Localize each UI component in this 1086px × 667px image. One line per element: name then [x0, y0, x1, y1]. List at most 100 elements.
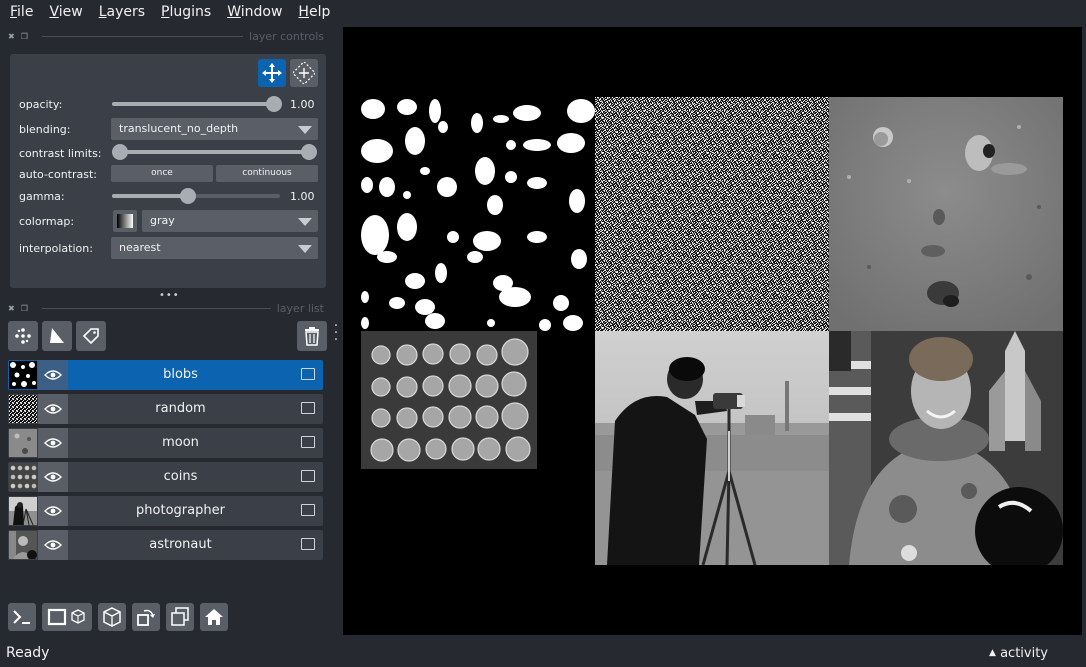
image-layer-icon: [301, 402, 315, 414]
new-points-layer-button[interactable]: [8, 321, 38, 351]
cube-icon: [103, 607, 121, 627]
image-layer-icon: [301, 504, 315, 516]
new-shapes-layer-button[interactable]: [42, 321, 72, 351]
trash-icon: [305, 327, 319, 346]
dock-close-icon[interactable]: ✖: [8, 32, 15, 41]
visibility-toggle[interactable]: [38, 394, 68, 424]
blending-dropdown[interactable]: translucent_no_depth: [111, 118, 318, 140]
layer-row-coins[interactable]: coins: [8, 462, 323, 492]
contrast-limits-high-handle[interactable]: [301, 144, 317, 160]
menu-window[interactable]: Window: [219, 0, 290, 24]
toggle-ndisplay-button[interactable]: [42, 603, 92, 631]
image-layer-icon: [301, 368, 315, 380]
menu-file[interactable]: File: [2, 0, 41, 24]
opacity-slider-handle[interactable]: [266, 96, 282, 112]
viewer-canvas[interactable]: [343, 27, 1082, 635]
menu-layers[interactable]: Layers: [91, 0, 153, 24]
colormap-value: gray: [150, 214, 175, 227]
eye-icon: [44, 540, 62, 550]
opacity-slider-fill: [112, 102, 274, 106]
roll-dimensions-button[interactable]: [98, 603, 126, 631]
pan-zoom-button[interactable]: [258, 59, 286, 87]
reset-view-button[interactable]: [200, 603, 228, 631]
layer-name[interactable]: coins: [68, 462, 293, 492]
image-moon: [829, 97, 1063, 331]
visibility-toggle[interactable]: [38, 530, 68, 560]
layer-name[interactable]: astronaut: [68, 530, 293, 560]
status-message: Ready: [6, 645, 50, 661]
transform-icon: [293, 62, 315, 84]
visibility-toggle[interactable]: [38, 428, 68, 458]
dock-close-icon[interactable]: ✖: [8, 304, 15, 313]
menu-help[interactable]: Help: [290, 0, 338, 24]
layer-controls-panel: opacity: 1.00 blending: translucent_no_d…: [10, 54, 326, 288]
visibility-toggle[interactable]: [38, 496, 68, 526]
eye-icon: [44, 404, 62, 414]
activity-label: activity: [1000, 646, 1048, 661]
image-layer-icon: [301, 470, 315, 482]
grid-view-button[interactable]: [166, 603, 194, 631]
blending-label: blending:: [19, 123, 71, 136]
shapes-icon: [50, 328, 64, 343]
more-options-icon[interactable]: · · ·: [333, 319, 339, 347]
layer-row-random[interactable]: random: [8, 394, 323, 424]
auto-contrast-continuous-button[interactable]: continuous: [216, 165, 318, 182]
menu-plugins[interactable]: Plugins: [153, 0, 219, 24]
console-button[interactable]: [8, 603, 36, 631]
layer-name[interactable]: moon: [68, 428, 293, 458]
points-icon: [15, 328, 31, 344]
gamma-value: 1.00: [290, 190, 315, 203]
image-astronaut: [829, 331, 1063, 565]
layer-list-dock-title: ✖ ❐ layer list: [8, 300, 324, 316]
image-layer-icon: [301, 436, 315, 448]
transform-button[interactable]: [290, 59, 318, 87]
delete-layer-button[interactable]: [297, 321, 327, 351]
contrast-limits-slider[interactable]: [120, 150, 310, 154]
dock-float-icon[interactable]: ❐: [21, 304, 28, 313]
home-icon: [205, 609, 223, 625]
layer-thumbnail-random: [9, 395, 37, 423]
image-coins: [361, 331, 537, 469]
new-labels-layer-button[interactable]: [76, 321, 106, 351]
label-tag-icon: [82, 328, 99, 345]
menu-view[interactable]: View: [41, 0, 90, 24]
layer-row-photographer[interactable]: photographer: [8, 496, 323, 526]
colormap-dropdown[interactable]: gray: [142, 210, 318, 232]
layer-name[interactable]: random: [68, 394, 293, 424]
layer-thumbnail-coins: [9, 463, 37, 491]
move-arrows-icon: [262, 63, 282, 83]
visibility-toggle[interactable]: [38, 360, 68, 390]
auto-contrast-once-button[interactable]: once: [111, 165, 213, 182]
auto-contrast-label: auto-contrast:: [19, 168, 98, 181]
gamma-slider-handle[interactable]: [180, 188, 196, 204]
image-photographer: [595, 331, 829, 565]
interpolation-label: interpolation:: [19, 242, 93, 255]
layer-row-moon[interactable]: moon: [8, 428, 323, 458]
eye-icon: [44, 370, 62, 380]
terminal-icon: [13, 610, 30, 624]
interpolation-dropdown[interactable]: nearest: [111, 237, 318, 259]
layer-name[interactable]: blobs: [68, 360, 293, 390]
layer-row-blobs[interactable]: blobs: [8, 360, 323, 390]
dock-title-label: layer controls: [249, 29, 324, 43]
layer-name[interactable]: photographer: [68, 496, 293, 526]
activity-button[interactable]: ▲ activity: [989, 646, 1048, 661]
contrast-limits-low-handle[interactable]: [112, 144, 128, 160]
dock-title-label: layer list: [276, 301, 324, 315]
dock-float-icon[interactable]: ❐: [21, 32, 28, 41]
stacked-squares-icon: [171, 607, 189, 626]
contrast-limits-label: contrast limits:: [19, 147, 102, 160]
transpose-dimensions-button[interactable]: [132, 603, 160, 631]
eye-icon: [44, 438, 62, 448]
layer-row-astronaut[interactable]: astronaut: [8, 530, 323, 560]
image-layer-icon: [301, 538, 315, 550]
layer-controls-dock-title: ✖ ❐ layer controls: [8, 28, 324, 44]
2d-3d-toggle-icon: [47, 608, 85, 626]
chevron-down-icon: [298, 218, 312, 226]
menu-bar: File View Layers Plugins Window Help: [0, 0, 1086, 24]
layer-thumbnail-blobs: [9, 361, 37, 389]
gamma-slider-fill: [112, 194, 188, 198]
layer-thumbnail-astronaut: [9, 531, 37, 559]
status-bar: Ready ▲ activity: [0, 640, 1086, 667]
visibility-toggle[interactable]: [38, 462, 68, 492]
